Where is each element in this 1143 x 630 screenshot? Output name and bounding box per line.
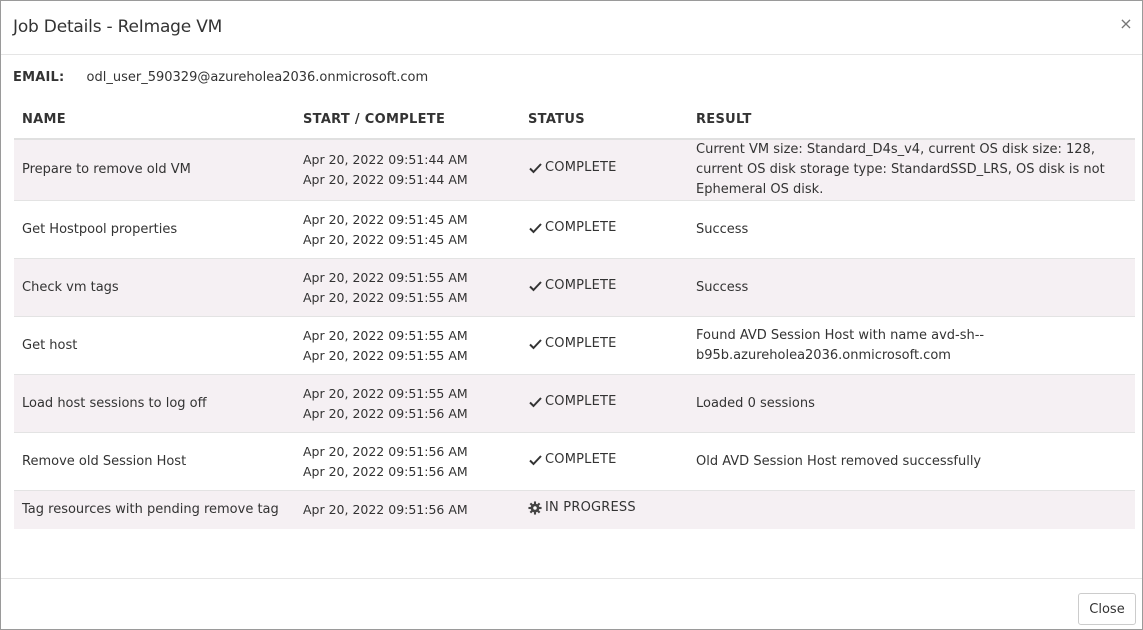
status-text: COMPLETE: [545, 160, 617, 175]
step-result: Found AVD Session Host with name avd-sh-…: [688, 316, 1135, 375]
complete-time: Apr 20, 2022 09:51:45 AM: [303, 231, 468, 247]
header-name: NAME: [14, 100, 295, 140]
step-result: Success: [688, 200, 1135, 259]
check-icon: [528, 337, 543, 351]
status-text: COMPLETE: [545, 277, 617, 293]
status-text: COMPLETE: [545, 393, 617, 409]
check-icon: [528, 395, 543, 409]
start-time: Apr 20, 2022 09:51:56 AM: [303, 501, 468, 517]
step-result: Old AVD Session Host removed successfull…: [688, 432, 1135, 491]
start-time: Apr 20, 2022 09:51:56 AM: [303, 443, 468, 459]
check-icon: [528, 453, 543, 467]
dialog-title: Job Details - ReImage VM: [13, 17, 223, 37]
complete-time: Apr 20, 2022 09:51:56 AM: [303, 463, 468, 479]
table-row: Load host sessions to log off Apr 20, 202…: [14, 374, 1135, 433]
step-times: Apr 20, 2022 09:51:56 AM: [295, 490, 520, 529]
status-text: COMPLETE: [545, 451, 617, 467]
complete-time: Apr 20, 2022 09:51:44 AM: [303, 172, 468, 187]
table-row: Remove old Session Host Apr 20, 2022 09:5…: [14, 432, 1135, 491]
step-status: COMPLETE: [520, 316, 688, 375]
complete-time: Apr 20, 2022 09:51:56 AM: [303, 405, 468, 421]
job-steps-table: NAME START / COMPLETE STATUS RESULT Prep…: [14, 100, 1135, 529]
table-header-row: NAME START / COMPLETE STATUS RESULT: [14, 100, 1135, 140]
table-row: Check vm tags Apr 20, 2022 09:51:55 AM Apr…: [14, 258, 1135, 317]
close-button[interactable]: Close: [1078, 593, 1136, 625]
check-icon: [528, 161, 543, 175]
complete-time: Apr 20, 2022 09:51:55 AM: [303, 289, 468, 305]
step-name: Get Hostpool properties: [14, 200, 295, 259]
email-label: EMAIL:: [13, 70, 65, 85]
step-name: Prepare to remove old VM: [14, 138, 295, 201]
step-name: Load host sessions to log off: [14, 374, 295, 433]
step-status: COMPLETE: [520, 432, 688, 491]
close-icon[interactable]: ×: [1118, 15, 1134, 33]
job-details-dialog: Job Details - ReImage VM × EMAIL: odl_us…: [0, 0, 1143, 630]
start-time: Apr 20, 2022 09:51:55 AM: [303, 385, 468, 401]
start-time: Apr 20, 2022 09:51:55 AM: [303, 327, 468, 343]
email-value: odl_user_590329@azureholea2036.onmicroso…: [86, 70, 429, 85]
step-times: Apr 20, 2022 09:51:44 AM Apr 20, 2022 09:…: [295, 138, 520, 201]
step-name: Tag resources with pending remove tag: [14, 490, 295, 529]
step-status: COMPLETE: [520, 200, 688, 259]
start-time: Apr 20, 2022 09:51:55 AM: [303, 269, 468, 285]
step-name: Remove old Session Host: [14, 432, 295, 491]
header-start-complete: START / COMPLETE: [295, 100, 520, 140]
step-name: Get host: [14, 316, 295, 375]
step-times: Apr 20, 2022 09:51:55 AM Apr 20, 2022 09:…: [295, 258, 520, 317]
complete-time: Apr 20, 2022 09:51:55 AM: [303, 347, 468, 363]
gear-icon: [528, 501, 543, 515]
start-time: Apr 20, 2022 09:51:45 AM: [303, 211, 468, 227]
dialog-footer: Close: [1, 578, 1142, 629]
step-result: Success: [688, 258, 1135, 317]
table-row: Get host Apr 20, 2022 09:51:55 AM Apr 20, …: [14, 316, 1135, 375]
table-row: Prepare to remove old VM Apr 20, 2022 09:…: [14, 138, 1135, 201]
header-status: STATUS: [520, 100, 688, 140]
header-result: RESULT: [688, 100, 1135, 140]
step-times: Apr 20, 2022 09:51:56 AM Apr 20, 2022 09:…: [295, 432, 520, 491]
check-icon: [528, 279, 543, 293]
step-result: Loaded 0 sessions: [688, 374, 1135, 433]
step-status: COMPLETE: [520, 138, 688, 201]
step-result: Current VM size: Standard_D4s_v4, curren…: [688, 138, 1135, 201]
email-row: EMAIL: odl_user_590329@azureholea2036.on…: [13, 70, 428, 85]
status-text: IN PROGRESS: [545, 499, 636, 515]
step-status: COMPLETE: [520, 374, 688, 433]
step-times: Apr 20, 2022 09:51:45 AM Apr 20, 2022 09:…: [295, 200, 520, 259]
step-result: [688, 490, 1135, 529]
step-times: Apr 20, 2022 09:51:55 AM Apr 20, 2022 09:…: [295, 316, 520, 375]
check-icon: [528, 221, 543, 235]
step-status: IN PROGRESS: [520, 490, 688, 529]
step-times: Apr 20, 2022 09:51:55 AM Apr 20, 2022 09:…: [295, 374, 520, 433]
status-text: COMPLETE: [545, 335, 617, 351]
table-row: Get Hostpool properties Apr 20, 2022 09:5…: [14, 200, 1135, 259]
table-row: Tag resources with pending remove tag Apr…: [14, 490, 1135, 529]
status-text: COMPLETE: [545, 219, 617, 235]
step-status: COMPLETE: [520, 258, 688, 317]
step-name: Check vm tags: [14, 258, 295, 317]
start-time: Apr 20, 2022 09:51:44 AM: [303, 152, 468, 167]
dialog-header: Job Details - ReImage VM ×: [1, 1, 1142, 55]
